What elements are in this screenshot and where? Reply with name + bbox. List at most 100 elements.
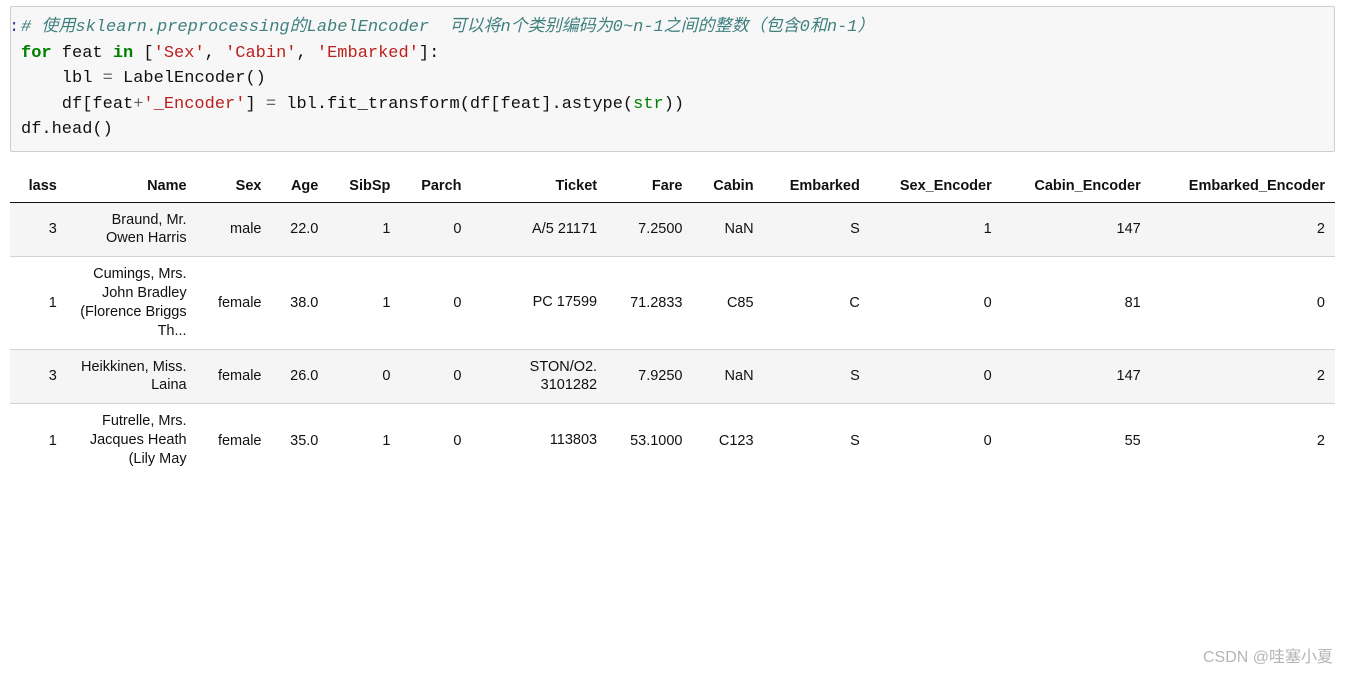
code-text: )) [664, 95, 684, 114]
cell: 3 [10, 202, 67, 257]
cell: 0 [870, 349, 1002, 404]
cell: 3 [10, 349, 67, 404]
cell: NaN [692, 202, 763, 257]
col-age: Age [271, 170, 328, 203]
cell: C85 [692, 257, 763, 349]
cell: 7.9250 [607, 349, 692, 404]
cell: 1 [870, 202, 1002, 257]
cell: 0 [400, 202, 471, 257]
cell: female [197, 257, 272, 349]
cell: 71.2833 [607, 257, 692, 349]
builtin: str [633, 95, 664, 114]
cell: STON/O2. 3101282 [472, 349, 608, 404]
cell: 147 [1002, 349, 1151, 404]
cell: 1 [328, 257, 400, 349]
kw-in: in [113, 44, 133, 63]
cell: 1 [10, 404, 67, 477]
col-cabin: Cabin [692, 170, 763, 203]
cell: female [197, 349, 272, 404]
cell: 0 [870, 404, 1002, 477]
cell: 2 [1151, 404, 1335, 477]
col-parch: Parch [400, 170, 471, 203]
code-text: ]: [419, 44, 439, 63]
col-ticket: Ticket [472, 170, 608, 203]
cell: S [764, 202, 870, 257]
table-head: lass Name Sex Age SibSp Parch Ticket Far… [10, 170, 1335, 203]
cell: 2 [1151, 202, 1335, 257]
cell: Futrelle, Mrs. Jacques Heath (Lily May [67, 404, 197, 477]
op: = [266, 95, 276, 114]
cell: C123 [692, 404, 763, 477]
cell: 0 [400, 404, 471, 477]
code-comment: # 使用sklearn.preprocessing的LabelEncoder 可… [21, 18, 874, 37]
col-sibsp: SibSp [328, 170, 400, 203]
op: = [103, 69, 113, 88]
cell: Braund, Mr. Owen Harris [67, 202, 197, 257]
table-body: 3 Braund, Mr. Owen Harris male 22.0 1 0 … [10, 202, 1335, 477]
cell: 1 [328, 202, 400, 257]
cell: female [197, 404, 272, 477]
cell: C [764, 257, 870, 349]
kw-for: for [21, 44, 52, 63]
cell: Heikkinen, Miss. Laina [67, 349, 197, 404]
code-text: LabelEncoder() [113, 69, 266, 88]
code-text: lbl [21, 69, 103, 88]
col-embarked-encoder: Embarked_Encoder [1151, 170, 1335, 203]
cell: 1 [328, 404, 400, 477]
col-lass: lass [10, 170, 67, 203]
cell: S [764, 349, 870, 404]
watermark: CSDN @哇塞小夏 [1203, 643, 1333, 667]
cell: PC 17599 [472, 257, 608, 349]
cell: NaN [692, 349, 763, 404]
col-fare: Fare [607, 170, 692, 203]
col-cabin-encoder: Cabin_Encoder [1002, 170, 1151, 203]
table-row: 1 Cumings, Mrs. John Bradley (Florence B… [10, 257, 1335, 349]
code-text: , [296, 44, 316, 63]
cell: A/5 21171 [472, 202, 608, 257]
code-text: , [205, 44, 225, 63]
cell: 55 [1002, 404, 1151, 477]
cell: male [197, 202, 272, 257]
cell: 0 [400, 349, 471, 404]
col-sex-encoder: Sex_Encoder [870, 170, 1002, 203]
cell: 26.0 [271, 349, 328, 404]
table-row: 3 Heikkinen, Miss. Laina female 26.0 0 0… [10, 349, 1335, 404]
col-sex: Sex [197, 170, 272, 203]
code-text: feat [52, 44, 113, 63]
cell: 22.0 [271, 202, 328, 257]
cell: 1 [10, 257, 67, 349]
header-row: lass Name Sex Age SibSp Parch Ticket Far… [10, 170, 1335, 203]
cell: S [764, 404, 870, 477]
str: '_Encoder' [143, 95, 245, 114]
dataframe-table: lass Name Sex Age SibSp Parch Ticket Far… [10, 170, 1335, 477]
cell: 0 [328, 349, 400, 404]
output-dataframe: lass Name Sex Age SibSp Parch Ticket Far… [10, 170, 1335, 477]
cell: 147 [1002, 202, 1151, 257]
code-cell[interactable]: :# 使用sklearn.preprocessing的LabelEncoder … [10, 6, 1335, 152]
code-text: [ [133, 44, 153, 63]
cell: Cumings, Mrs. John Bradley (Florence Bri… [67, 257, 197, 349]
code-text: df.head() [21, 120, 113, 139]
cell: 53.1000 [607, 404, 692, 477]
prompt-colon: : [10, 15, 19, 41]
op: + [133, 95, 143, 114]
str: 'Embarked' [317, 44, 419, 63]
cell: 113803 [472, 404, 608, 477]
cell: 0 [870, 257, 1002, 349]
str: 'Sex' [154, 44, 205, 63]
col-name: Name [67, 170, 197, 203]
cell: 2 [1151, 349, 1335, 404]
cell: 0 [400, 257, 471, 349]
cell: 81 [1002, 257, 1151, 349]
code-text: lbl.fit_transform(df[feat].astype( [276, 95, 633, 114]
str: 'Cabin' [225, 44, 296, 63]
col-embarked: Embarked [764, 170, 870, 203]
code-text: ] [245, 95, 265, 114]
cell: 38.0 [271, 257, 328, 349]
cell: 35.0 [271, 404, 328, 477]
cell: 7.2500 [607, 202, 692, 257]
code-text: df[feat [21, 95, 133, 114]
table-row: 3 Braund, Mr. Owen Harris male 22.0 1 0 … [10, 202, 1335, 257]
cell: 0 [1151, 257, 1335, 349]
table-row: 1 Futrelle, Mrs. Jacques Heath (Lily May… [10, 404, 1335, 477]
